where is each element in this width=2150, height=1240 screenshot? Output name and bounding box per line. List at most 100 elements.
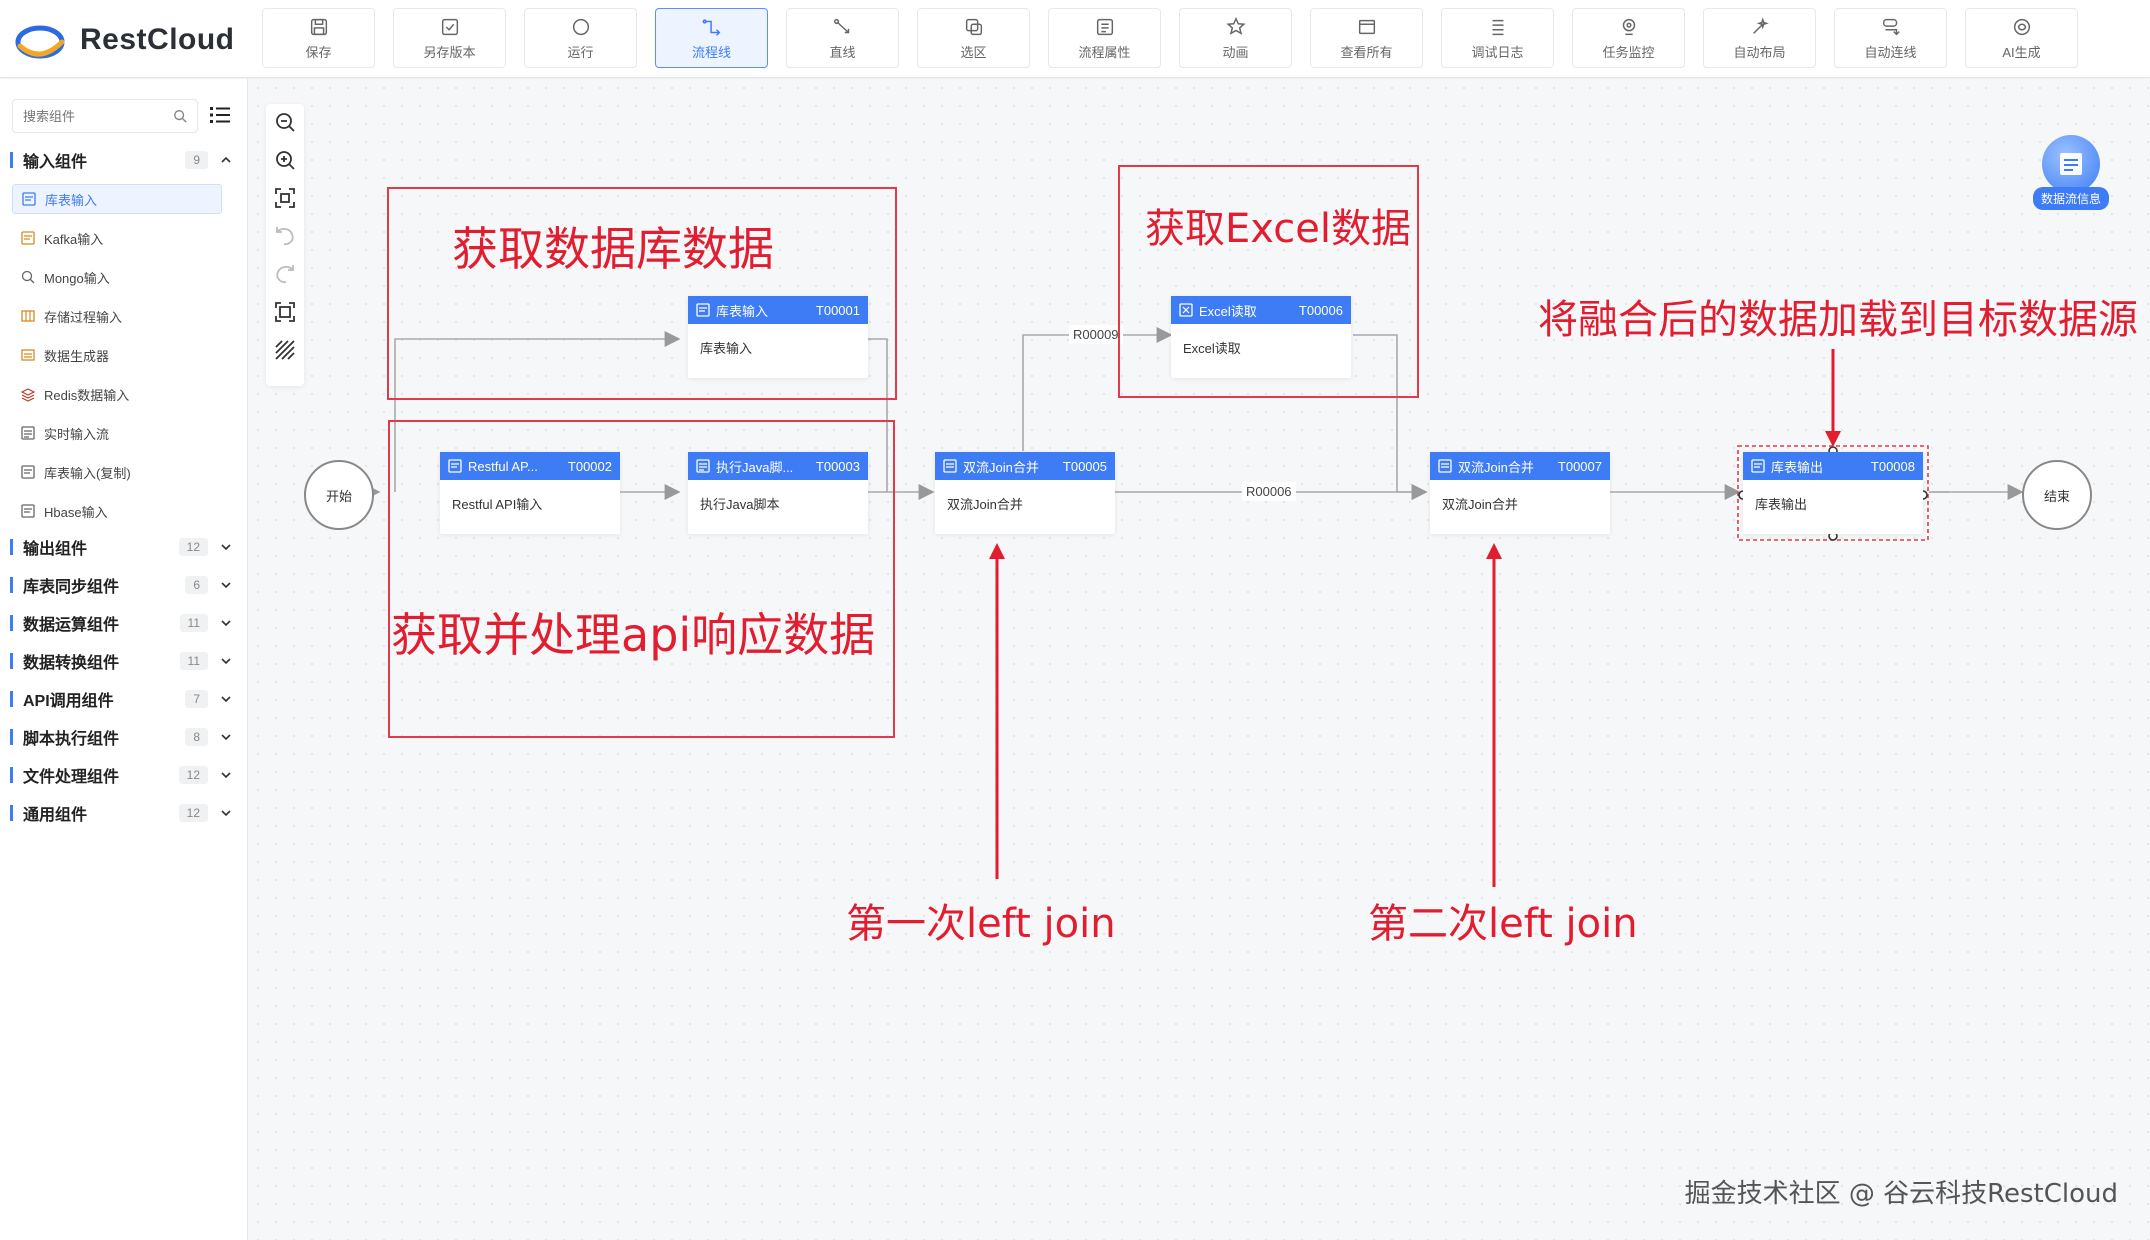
auto-layout-icon <box>1752 16 1769 34</box>
save-button[interactable]: 保存 <box>262 8 375 68</box>
selection-button[interactable]: 选区 <box>917 8 1030 68</box>
hbase-icon <box>21 504 35 518</box>
category-marker <box>10 729 13 745</box>
node-body: 双流Join合并 <box>1442 497 1518 512</box>
search-input[interactable] <box>23 108 163 124</box>
category-script-exec[interactable]: 脚本执行组件 8 <box>10 723 238 751</box>
category-output[interactable]: 输出组件 12 <box>10 533 238 561</box>
component-item-hbase-input[interactable]: Hbase输入 <box>12 496 222 526</box>
annotation-api: 获取并处理api响应数据 <box>391 608 876 662</box>
node-header: 库表输出 T00008 <box>1743 452 1923 480</box>
view-all-button[interactable]: 查看所有 <box>1310 8 1423 68</box>
category-file-process[interactable]: 文件处理组件 12 <box>10 761 238 789</box>
category-name: 脚本执行组件 <box>23 731 120 748</box>
category-general[interactable]: 通用组件 12 <box>10 799 238 827</box>
auto-connect-button[interactable]: 自动连线 <box>1834 8 1947 68</box>
annotation-db: 获取数据库数据 <box>452 222 774 276</box>
category-name: 数据转换组件 <box>23 655 120 672</box>
node-body: 双流Join合并 <box>947 497 1023 512</box>
component-item-realtime-stream[interactable]: 实时输入流 <box>12 418 222 448</box>
save-version-icon <box>441 18 458 35</box>
chevron-down-icon[interactable] <box>220 579 232 591</box>
category-marker <box>10 577 13 593</box>
category-data-compute[interactable]: 数据运算组件 11 <box>10 609 238 637</box>
annotation-arrow-join1-head <box>989 543 1005 559</box>
annotation-box-api <box>388 420 895 738</box>
chevron-down-icon[interactable] <box>220 693 232 705</box>
straight-line-button[interactable]: 直线 <box>786 8 899 68</box>
component-item-kafka-input[interactable]: Kafka输入 <box>12 223 222 253</box>
category-api-call[interactable]: API调用组件 7 <box>10 685 238 713</box>
component-item-label: Mongo输入 <box>44 270 110 286</box>
node-title: 双流Join合并 <box>1458 459 1534 475</box>
chevron-down-icon[interactable] <box>220 769 232 781</box>
category-name: 库表同步组件 <box>23 579 120 596</box>
flow-node-t00005[interactable]: 双流Join合并 T00005 双流Join合并 <box>935 452 1115 534</box>
component-item-label: 数据生成器 <box>44 348 110 364</box>
chevron-down-icon[interactable] <box>220 655 232 667</box>
ai-generate-button[interactable]: AI生成 <box>1965 8 2078 68</box>
flow-properties-icon <box>1096 18 1113 35</box>
edge-label-r00009[interactable]: R00009 <box>1069 325 1123 344</box>
save-icon <box>310 18 327 35</box>
table-output-icon <box>1751 459 1765 473</box>
flow-node-t00008[interactable]: 库表输出 T00008 库表输出 <box>1743 452 1923 534</box>
flow-start-node[interactable]: 开始 <box>304 460 374 530</box>
chevron-up-icon[interactable] <box>220 154 232 166</box>
chevron-down-icon[interactable] <box>220 541 232 553</box>
flow-end-node[interactable]: 结束 <box>2022 460 2092 530</box>
annotation-join1: 第一次left join <box>846 901 1116 947</box>
component-item-db-input[interactable]: 库表输入 <box>12 184 222 214</box>
dataflow-info-button[interactable]: 数据流信息 <box>2025 135 2117 215</box>
flow-line-label: 流程线 <box>691 44 731 60</box>
category-marker <box>10 152 13 168</box>
category-name: 文件处理组件 <box>23 769 120 786</box>
component-item-label: 库表输入 <box>45 192 98 208</box>
chevron-down-icon[interactable] <box>220 807 232 819</box>
animation-button[interactable]: 动画 <box>1179 8 1292 68</box>
save-version-button[interactable]: 另存版本 <box>393 8 506 68</box>
start-label: 开始 <box>325 488 352 504</box>
flow-line-button[interactable]: 流程线 <box>655 8 768 68</box>
app-name: RestCloud <box>80 23 235 56</box>
debug-log-button[interactable]: 调试日志 <box>1441 8 1554 68</box>
category-count: 11 <box>179 652 208 670</box>
component-item-label: 存储过程输入 <box>44 309 123 325</box>
auto-layout-button[interactable]: 自动布局 <box>1703 8 1816 68</box>
run-button[interactable]: 运行 <box>524 8 637 68</box>
dataflow-info-icon <box>2060 153 2082 175</box>
category-data-transform[interactable]: 数据转换组件 11 <box>10 647 238 675</box>
category-table-sync[interactable]: 库表同步组件 6 <box>10 571 238 599</box>
auto-connect-icon <box>1882 18 1900 35</box>
debug-log-label: 调试日志 <box>1471 44 1524 60</box>
realtime-stream-icon <box>21 426 35 440</box>
component-item-data-generator[interactable]: 数据生成器 <box>12 340 222 370</box>
debug-log-icon <box>1492 19 1503 35</box>
component-sidebar: 输入组件 9 库表输入 Kafka输入 Mongo输入 存储过程输入 数据生成器… <box>0 79 248 1240</box>
component-search[interactable] <box>12 99 198 133</box>
ai-generate-icon <box>2013 18 2030 35</box>
category-name: 输出组件 <box>23 541 88 558</box>
component-item-label: Redis数据输入 <box>44 387 130 403</box>
category-input[interactable]: 输入组件 9 <box>10 146 238 174</box>
chevron-down-icon[interactable] <box>220 617 232 629</box>
component-item-stored-proc-input[interactable]: 存储过程输入 <box>12 301 222 331</box>
edge-label-r00006[interactable]: R00006 <box>1242 482 1296 501</box>
flow-canvas[interactable]: 开始 结束 库表输入 T00001 库表输入 Restful AP... T00… <box>249 79 2150 1240</box>
chevron-down-icon[interactable] <box>220 731 232 743</box>
category-marker <box>10 767 13 783</box>
list-view-icon[interactable] <box>208 103 232 127</box>
task-monitor-button[interactable]: 任务监控 <box>1572 8 1685 68</box>
view-all-icon <box>1358 19 1375 34</box>
stored-procedure-icon <box>21 310 35 322</box>
dataflow-info-bubble <box>2042 135 2100 193</box>
search-icon[interactable] <box>173 109 187 123</box>
node-header: 双流Join合并 T00007 <box>1430 452 1610 480</box>
category-count: 11 <box>179 614 208 632</box>
straight-line-icon <box>833 18 849 33</box>
component-item-db-input-copy[interactable]: 库表输入(复制) <box>12 457 222 487</box>
component-item-mongo-input[interactable]: Mongo输入 <box>12 262 222 292</box>
component-item-redis-input[interactable]: Redis数据输入 <box>12 379 222 409</box>
flow-node-t00007[interactable]: 双流Join合并 T00007 双流Join合并 <box>1430 452 1610 534</box>
flow-properties-button[interactable]: 流程属性 <box>1048 8 1161 68</box>
